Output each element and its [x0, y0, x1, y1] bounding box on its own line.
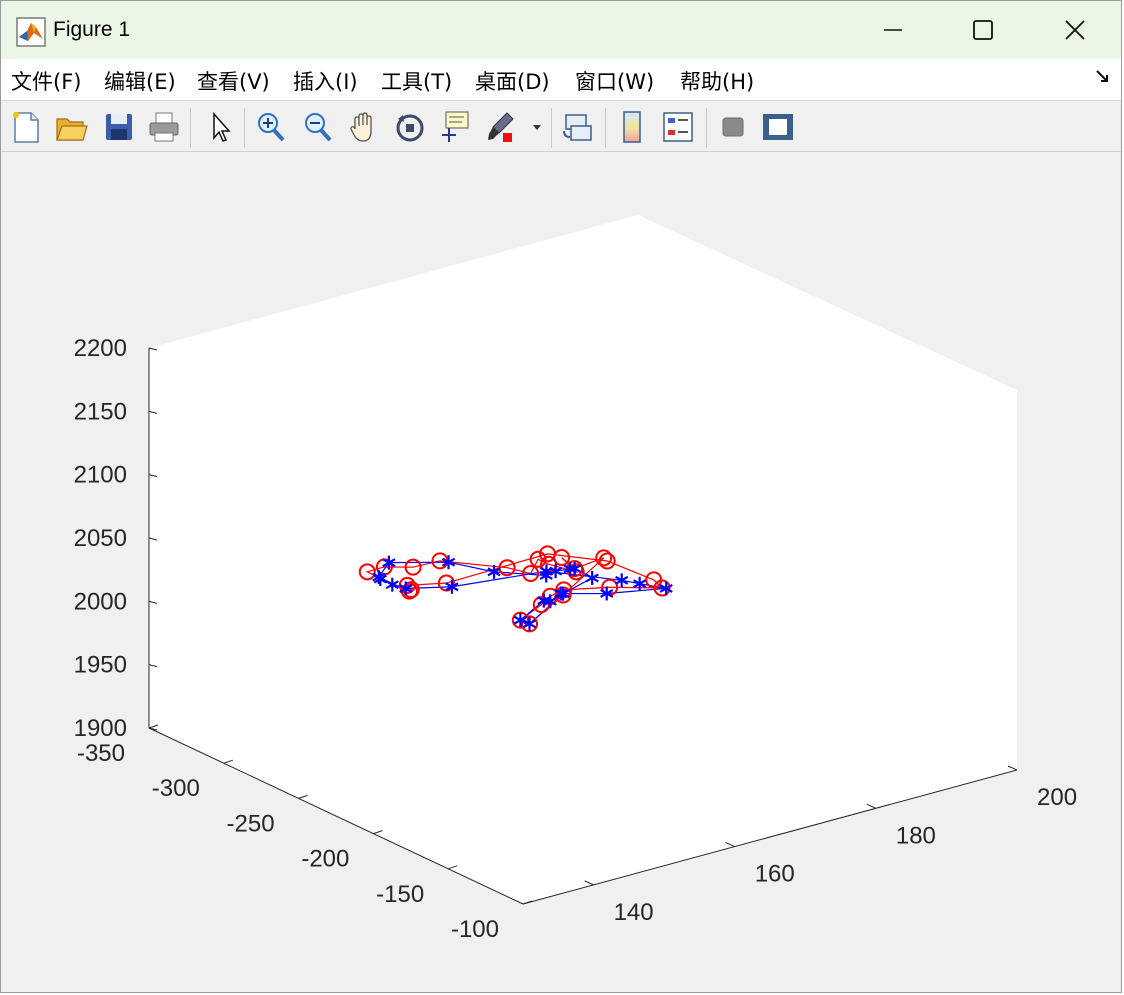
y-tick-label: -300	[152, 775, 200, 802]
print-icon[interactable]	[147, 109, 181, 145]
minimize-icon	[884, 29, 902, 31]
z-tick-label: 2050	[74, 525, 127, 552]
axes-3d[interactable]: 1900 1950 2000 2050 2100 2150 2200 -100 -150 -200…	[1, 153, 1122, 993]
close-button[interactable]	[1029, 1, 1121, 59]
x-tick-label: 180	[896, 822, 936, 849]
z-tick-label: 2200	[74, 335, 127, 362]
toolbar-separator	[551, 108, 552, 148]
y-tick-label: -350	[77, 740, 125, 767]
figure-canvas[interactable]: 1900 1950 2000 2050 2100 2150 2200 -100 -150 -200…	[1, 153, 1122, 993]
pointer-icon[interactable]	[204, 109, 238, 145]
z-tick-label: 2150	[74, 398, 127, 425]
menu-insert[interactable]: 插入(I)	[293, 66, 358, 96]
show-plot-tools-icon[interactable]	[761, 109, 795, 145]
save-icon[interactable]	[102, 109, 136, 145]
menu-help[interactable]: 帮助(H)	[680, 66, 754, 96]
x-tick-label: 200	[1037, 784, 1077, 811]
brush-dropdown-icon[interactable]	[529, 109, 545, 145]
z-tick-label: 1950	[74, 652, 127, 679]
close-icon	[1065, 20, 1085, 40]
menu-edit[interactable]: 编辑(E)	[104, 66, 176, 96]
link-plot-icon[interactable]	[561, 109, 595, 145]
zoom-out-icon[interactable]	[301, 109, 335, 145]
toolbar-separator	[244, 108, 245, 148]
menu-view[interactable]: 查看(V)	[197, 66, 270, 96]
menu-desktop[interactable]: 桌面(D)	[475, 66, 550, 96]
matlab-logo-icon	[16, 17, 46, 47]
maximize-icon	[973, 20, 993, 40]
z-tick-label: 1900	[74, 715, 127, 742]
x-tick-label: 160	[755, 861, 795, 888]
y-tick-label: -100	[451, 916, 499, 943]
colorbar-icon[interactable]	[615, 109, 649, 145]
pan-hand-icon[interactable]	[347, 109, 381, 145]
window-title: Figure 1	[53, 18, 131, 41]
minimize-button[interactable]	[847, 1, 939, 59]
menu-window[interactable]: 窗口(W)	[575, 66, 654, 96]
menu-bar: 文件(F) 编辑(E) 查看(V) 插入(I) 工具(T) 桌面(D) 窗口(W…	[1, 59, 1121, 101]
x-tick-label: 140	[614, 899, 654, 926]
menu-tools[interactable]: 工具(T)	[381, 66, 452, 96]
figure-window: Figure 1 文件(F) 编辑(E) 查看(V) 插入(I) 工具(T) 桌…	[0, 0, 1122, 993]
dock-arrow-icon[interactable]	[1095, 69, 1111, 89]
toolbar-separator	[605, 108, 606, 148]
brush-icon[interactable]	[485, 109, 519, 145]
legend-icon[interactable]	[661, 109, 695, 145]
axes-background	[149, 215, 1017, 904]
menu-file[interactable]: 文件(F)	[11, 66, 81, 96]
toolbar-separator	[190, 108, 191, 148]
open-file-icon[interactable]	[54, 109, 88, 145]
toolbar-separator	[706, 108, 707, 148]
data-cursor-icon[interactable]	[438, 109, 472, 145]
y-tick-label: -250	[227, 810, 275, 837]
hide-plot-tools-icon[interactable]	[716, 109, 750, 145]
y-tick-label: -200	[301, 846, 349, 873]
zoom-in-icon[interactable]	[254, 109, 288, 145]
title-bar[interactable]: Figure 1	[1, 1, 1121, 59]
y-tick-label: -150	[376, 881, 424, 908]
new-figure-icon[interactable]	[9, 109, 43, 145]
figure-toolbar	[1, 102, 1121, 152]
rotate-3d-icon[interactable]	[393, 109, 427, 145]
z-tick-label: 2000	[74, 588, 127, 615]
maximize-button[interactable]	[937, 1, 1029, 59]
z-tick-label: 2100	[74, 462, 127, 489]
